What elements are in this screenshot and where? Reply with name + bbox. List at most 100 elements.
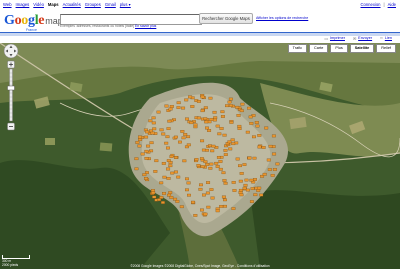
map-marker[interactable]: [221, 171, 226, 175]
satellite-map[interactable]: Trafic Carte Plus Satellite Relief 300 m…: [0, 43, 400, 269]
map-marker[interactable]: [223, 204, 227, 208]
map-marker[interactable]: [262, 172, 267, 176]
map-marker[interactable]: [185, 188, 189, 192]
map-marker[interactable]: [186, 181, 191, 185]
map-marker[interactable]: [252, 156, 257, 160]
map-marker[interactable]: [248, 115, 253, 119]
map-marker[interactable]: [214, 161, 219, 165]
map-marker[interactable]: [135, 141, 140, 144]
map-marker[interactable]: [218, 160, 223, 163]
map-marker[interactable]: [173, 197, 178, 201]
map-marker[interactable]: [239, 109, 244, 113]
map-marker[interactable]: [219, 127, 224, 130]
map-marker[interactable]: [245, 130, 250, 134]
send-link[interactable]: Envoyer: [358, 36, 372, 41]
map-marker[interactable]: [203, 106, 208, 110]
map-marker[interactable]: [175, 200, 180, 203]
map-marker[interactable]: [166, 146, 170, 150]
map-type-satellite[interactable]: Satellite: [349, 44, 375, 53]
map-marker[interactable]: [157, 198, 162, 202]
map-marker[interactable]: [219, 205, 224, 208]
zoom-slider-handle[interactable]: [7, 85, 15, 91]
map-marker[interactable]: [159, 181, 164, 185]
map-marker[interactable]: [188, 95, 193, 99]
map-marker[interactable]: [270, 174, 275, 177]
map-marker[interactable]: [196, 116, 201, 120]
map-marker[interactable]: [180, 130, 185, 133]
map-marker[interactable]: [268, 144, 273, 148]
top-nav-more[interactable]: plus ▾: [120, 0, 131, 9]
map-marker[interactable]: [255, 124, 260, 128]
map-marker[interactable]: [231, 181, 236, 184]
map-marker[interactable]: [206, 205, 211, 209]
map-marker[interactable]: [257, 145, 262, 149]
map-marker[interactable]: [178, 140, 182, 144]
map-marker[interactable]: [240, 102, 245, 106]
map-marker[interactable]: [167, 193, 172, 197]
map-marker[interactable]: [254, 121, 259, 124]
map-marker[interactable]: [200, 139, 205, 143]
map-marker[interactable]: [205, 126, 209, 130]
map-marker[interactable]: [153, 170, 158, 173]
map-marker[interactable]: [166, 177, 171, 180]
map-marker[interactable]: [144, 135, 149, 139]
map-marker[interactable]: [206, 181, 211, 184]
map-marker[interactable]: [149, 141, 154, 145]
map-marker[interactable]: [142, 173, 147, 177]
map-marker[interactable]: [144, 149, 149, 153]
map-marker[interactable]: [228, 147, 233, 151]
map-marker[interactable]: [266, 158, 271, 162]
map-marker[interactable]: [209, 162, 214, 166]
map-marker[interactable]: [200, 165, 205, 168]
print-link[interactable]: Imprimer: [330, 36, 345, 41]
map-marker[interactable]: [237, 127, 242, 130]
sign-in-link[interactable]: Connexion: [360, 0, 380, 9]
map-marker[interactable]: [176, 106, 181, 109]
map-marker[interactable]: [162, 192, 166, 195]
map-marker[interactable]: [151, 191, 156, 195]
map-marker[interactable]: [160, 201, 165, 204]
map-marker[interactable]: [253, 193, 258, 197]
map-marker[interactable]: [179, 205, 184, 209]
map-marker[interactable]: [144, 177, 149, 180]
map-marker[interactable]: [218, 167, 223, 171]
map-marker[interactable]: [243, 183, 248, 187]
map-marker[interactable]: [162, 175, 167, 179]
top-nav-maps[interactable]: Maps: [48, 0, 59, 9]
map-marker[interactable]: [227, 100, 232, 104]
learn-more-link[interactable]: En savoir plus: [135, 24, 156, 28]
map-marker[interactable]: [196, 164, 201, 167]
map-type-more[interactable]: Plus: [330, 44, 348, 53]
map-marker[interactable]: [176, 175, 181, 179]
map-marker[interactable]: [134, 157, 139, 161]
top-nav-groups[interactable]: Groupes: [85, 0, 101, 9]
map-marker[interactable]: [202, 193, 206, 197]
map-marker[interactable]: [187, 193, 191, 197]
map-marker[interactable]: [275, 162, 280, 166]
map-marker[interactable]: [252, 135, 256, 139]
map-marker[interactable]: [213, 116, 218, 120]
map-marker[interactable]: [150, 189, 155, 192]
map-type-traffic[interactable]: Trafic: [287, 44, 308, 53]
map-marker[interactable]: [199, 157, 204, 160]
map-marker[interactable]: [227, 140, 232, 144]
map-marker[interactable]: [151, 116, 156, 120]
map-marker[interactable]: [181, 136, 186, 140]
map-marker[interactable]: [249, 200, 254, 203]
map-marker[interactable]: [190, 105, 195, 108]
map-marker[interactable]: [165, 135, 170, 139]
map-marker[interactable]: [151, 121, 156, 125]
map-marker[interactable]: [272, 152, 277, 156]
map-marker[interactable]: [166, 159, 171, 162]
map-marker[interactable]: [238, 191, 243, 194]
map-marker[interactable]: [245, 188, 250, 192]
map-marker[interactable]: [242, 163, 247, 166]
search-options-link[interactable]: Afficher les options de recherche: [256, 16, 308, 20]
map-marker[interactable]: [164, 141, 169, 145]
map-marker[interactable]: [210, 149, 215, 153]
map-marker[interactable]: [217, 132, 222, 136]
map-marker[interactable]: [264, 126, 269, 130]
map-marker[interactable]: [222, 179, 227, 182]
map-marker[interactable]: [203, 160, 208, 164]
map-marker[interactable]: [212, 118, 217, 122]
